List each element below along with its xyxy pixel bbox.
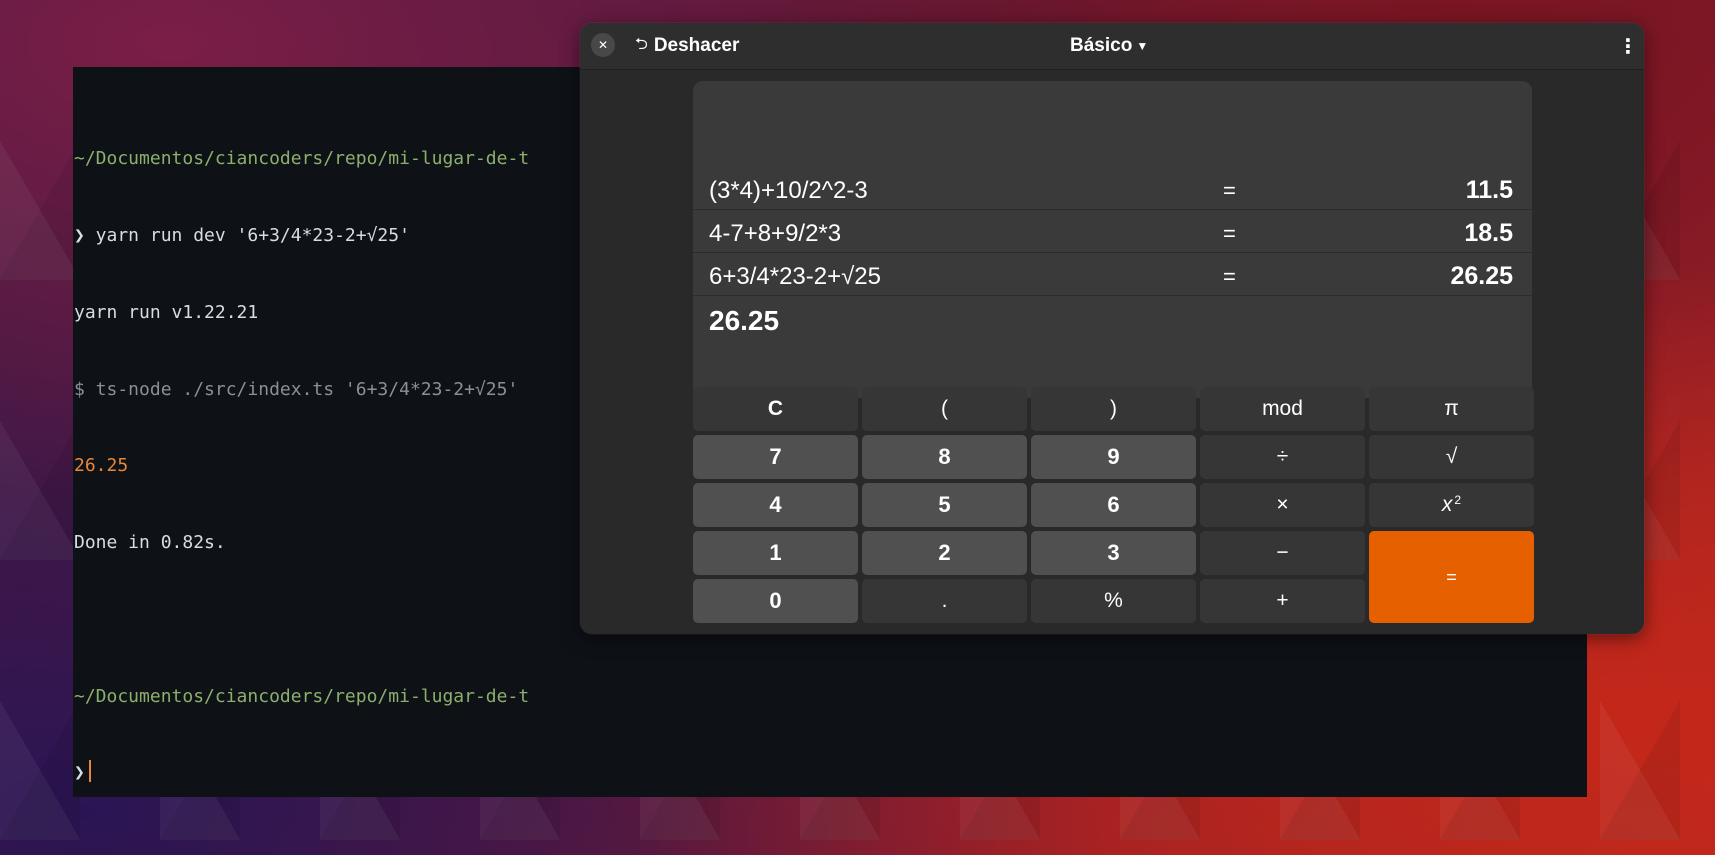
main-menu-button[interactable]: ⋮ bbox=[1618, 32, 1638, 60]
terminal-line-command: ❯ yarn run dev '6+3/4*23-2+√25' bbox=[74, 224, 410, 246]
sqrt-button[interactable]: √ bbox=[1369, 435, 1534, 479]
square-base: x bbox=[1441, 493, 1453, 516]
digit-6-button[interactable]: 6 bbox=[1031, 483, 1196, 527]
digit-4-button[interactable]: 4 bbox=[693, 483, 858, 527]
history-item[interactable]: 4-7+8+9/2*3 = 18.5 bbox=[693, 210, 1532, 253]
terminal-line-path: ~/Documentos/ciancoders/repo/mi-lugar-de… bbox=[74, 148, 530, 170]
terminal-cursor bbox=[88, 760, 91, 783]
history-result[interactable]: 26.25 bbox=[1450, 262, 1513, 291]
close-button[interactable]: ✕ bbox=[591, 33, 615, 57]
terminal-prompt-line[interactable]: ❯ bbox=[74, 760, 584, 786]
divide-button[interactable]: ÷ bbox=[1200, 435, 1365, 479]
multiply-button[interactable]: × bbox=[1200, 483, 1365, 527]
digit-8-button[interactable]: 8 bbox=[862, 435, 1027, 479]
kebab-menu-icon: ⋮ bbox=[1618, 34, 1638, 58]
history-item[interactable]: (3*4)+10/2^2-3 = 11.5 bbox=[693, 167, 1532, 210]
paren-close-button[interactable]: ) bbox=[1031, 387, 1196, 431]
terminal-line-result: 26.25 bbox=[74, 455, 129, 477]
terminal-line-path-2: ~/Documentos/ciancoders/repo/mi-lugar-de… bbox=[74, 685, 530, 707]
history-expression: 6+3/4*23-2+√25 bbox=[709, 263, 881, 290]
equals-button[interactable]: = bbox=[1369, 531, 1534, 623]
history-equals: = bbox=[1223, 221, 1236, 246]
square-exponent: 2 bbox=[1454, 493, 1462, 507]
history-item[interactable]: 6+3/4*23-2+√25 = 26.25 bbox=[693, 253, 1532, 296]
plus-button[interactable]: + bbox=[1200, 579, 1365, 623]
history-equals: = bbox=[1223, 178, 1236, 203]
digit-9-button[interactable]: 9 bbox=[1031, 435, 1196, 479]
headerbar: ✕ ⮌ Deshacer Básico ▼ ⋮ bbox=[580, 23, 1644, 70]
digit-5-button[interactable]: 5 bbox=[862, 483, 1027, 527]
history-expression: 4-7+8+9/2*3 bbox=[709, 220, 842, 247]
history-list: (3*4)+10/2^2-3 = 11.5 4-7+8+9/2*3 = 18.5… bbox=[693, 167, 1532, 296]
current-value[interactable]: 26.25 bbox=[709, 305, 779, 337]
digit-0-button[interactable]: 0 bbox=[693, 579, 858, 623]
terminal-line-yarn: yarn run v1.22.21 bbox=[74, 301, 259, 323]
undo-icon: ⮌ bbox=[635, 35, 648, 53]
terminal-line-done: Done in 0.82s. bbox=[74, 532, 226, 554]
paren-open-button[interactable]: ( bbox=[862, 387, 1027, 431]
history-result[interactable]: 18.5 bbox=[1464, 219, 1513, 248]
close-icon: ✕ bbox=[597, 38, 609, 52]
pi-button[interactable]: π bbox=[1369, 387, 1534, 431]
digit-7-button[interactable]: 7 bbox=[693, 435, 858, 479]
terminal-line-tsnode: $ ts-node ./src/index.ts '6+3/4*23-2+√25… bbox=[74, 378, 519, 400]
undo-button[interactable]: ⮌ Deshacer bbox=[635, 31, 739, 61]
minus-button[interactable]: − bbox=[1200, 531, 1365, 575]
terminal-output: ~/Documentos/ciancoders/repo/mi-lugar-de… bbox=[74, 95, 584, 837]
history-equals: = bbox=[1223, 264, 1236, 289]
keypad: C ( ) mod π 7 8 9 ÷ √ 4 5 6 × x2 1 2 3 −… bbox=[693, 387, 1534, 623]
mod-button[interactable]: mod bbox=[1200, 387, 1365, 431]
history-result[interactable]: 11.5 bbox=[1466, 176, 1513, 205]
decimal-button[interactable]: . bbox=[862, 579, 1027, 623]
digit-3-button[interactable]: 3 bbox=[1031, 531, 1196, 575]
digit-1-button[interactable]: 1 bbox=[693, 531, 858, 575]
percent-button[interactable]: % bbox=[1031, 579, 1196, 623]
history-expression: (3*4)+10/2^2-3 bbox=[709, 177, 868, 204]
calculator-display: (3*4)+10/2^2-3 = 11.5 4-7+8+9/2*3 = 18.5… bbox=[693, 81, 1532, 398]
terminal-prompt: ❯ bbox=[74, 762, 85, 784]
digit-2-button[interactable]: 2 bbox=[862, 531, 1027, 575]
calculator-window: ✕ ⮌ Deshacer Básico ▼ ⋮ (3*4)+10/2^2-3 =… bbox=[580, 23, 1644, 634]
chevron-down-icon: ▼ bbox=[1136, 39, 1149, 53]
undo-label: Deshacer bbox=[653, 35, 740, 56]
clear-button[interactable]: C bbox=[693, 387, 858, 431]
square-button[interactable]: x2 bbox=[1369, 483, 1534, 527]
mode-selector[interactable]: Básico ▼ bbox=[1070, 31, 1148, 61]
mode-label: Básico bbox=[1070, 35, 1133, 56]
